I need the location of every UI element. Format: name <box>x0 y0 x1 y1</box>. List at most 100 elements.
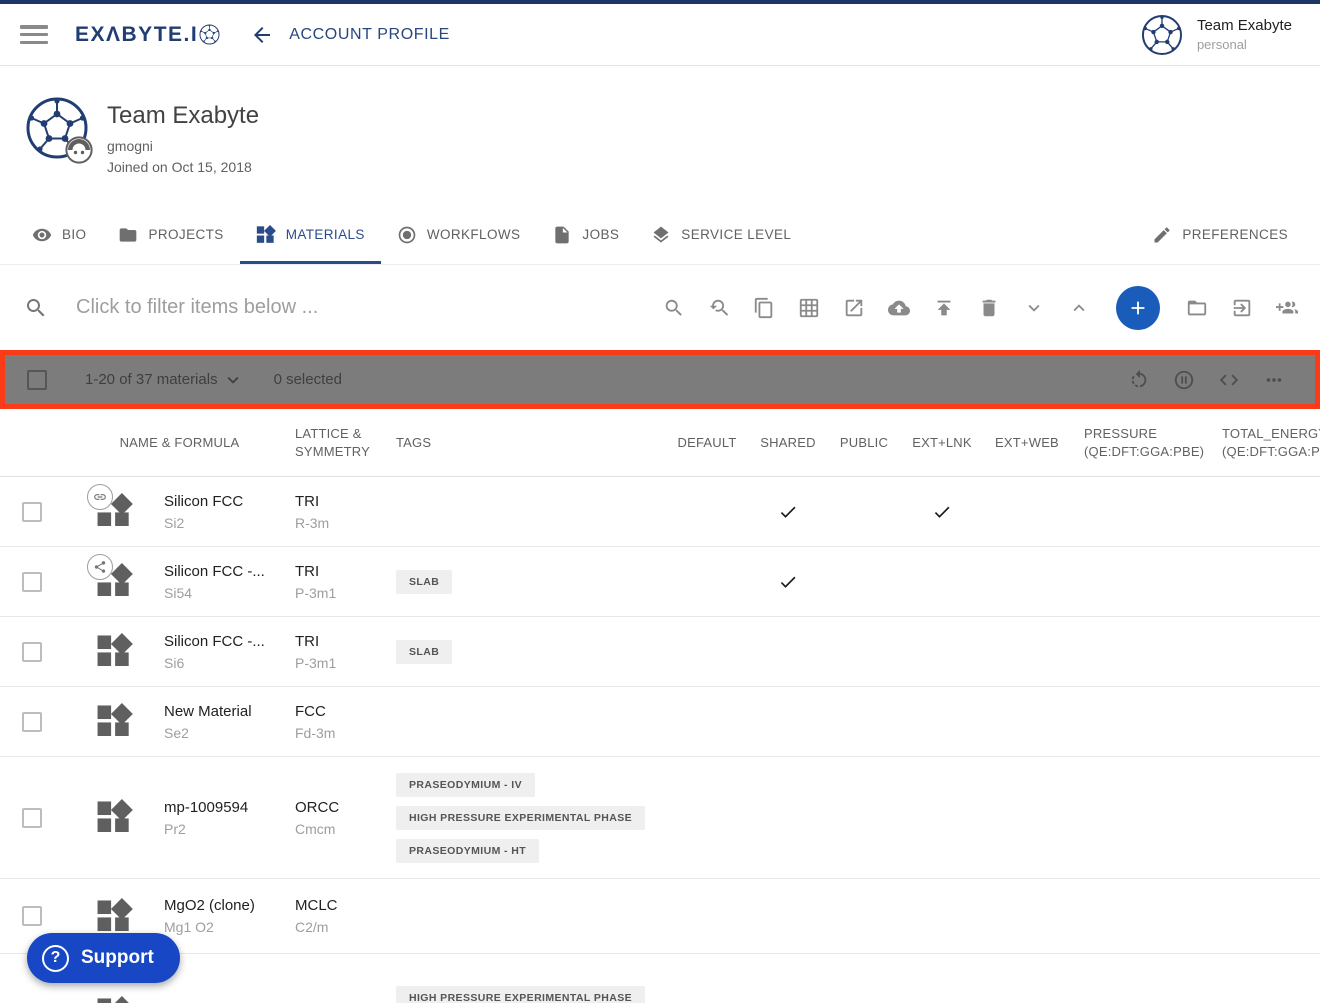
restore-icon[interactable] <box>1128 369 1150 391</box>
folder-filled-icon <box>118 225 138 245</box>
material-icon <box>96 633 133 670</box>
lattice-type: TRI <box>295 563 396 580</box>
menu-icon[interactable] <box>20 25 48 44</box>
selected-count-label: 0 selected <box>274 371 342 388</box>
lattice-type: FCC <box>295 703 396 720</box>
extlnk-check-icon <box>932 502 952 522</box>
help-icon: ? <box>42 945 69 972</box>
file-icon <box>552 225 572 245</box>
column-header-total_energy[interactable]: TOTAL_ENERGY(QE:DFT:GGA:PB <box>1222 425 1320 461</box>
brand-logo[interactable]: EXΛBYTE.I <box>75 23 220 47</box>
tag-chip: SLAB <box>396 640 452 664</box>
column-header-shared[interactable]: SHARED <box>746 434 830 452</box>
open-in-new-icon[interactable] <box>843 297 865 319</box>
material-name[interactable]: New Material <box>164 703 295 720</box>
tag-chip: HIGH PRESSURE EXPERIMENTAL PHASE <box>396 986 645 1003</box>
symmetry-group: C2/m <box>295 919 396 935</box>
column-header-default[interactable]: DEFAULT <box>668 434 746 452</box>
material-icon <box>96 898 133 935</box>
lattice-type: TRI <box>295 633 396 650</box>
material-icon <box>96 996 133 1003</box>
lattice-type: MCLC <box>295 897 396 914</box>
tab-service-level[interactable]: SERVICE LEVEL <box>635 208 807 264</box>
row-checkbox[interactable] <box>22 572 42 592</box>
material-name[interactable]: mp-1009594 <box>164 799 295 816</box>
tab-materials[interactable]: MATERIALS <box>240 208 381 264</box>
back-arrow-icon[interactable] <box>250 23 274 47</box>
profile-avatar <box>25 96 89 160</box>
table-row[interactable]: MgO2 (clone) Mg1 O2MCLC C2/m <box>0 879 1320 954</box>
upload-icon[interactable] <box>933 297 955 319</box>
account-type: personal <box>1197 37 1292 52</box>
shared-check-icon <box>778 502 798 522</box>
row-checkbox[interactable] <box>22 906 42 926</box>
column-header-pressure[interactable]: PRESSURE(QE:DFT:GGA:PBE) <box>1068 425 1222 461</box>
layers-icon <box>651 225 671 245</box>
column-header-public[interactable]: PUBLIC <box>830 434 898 452</box>
row-checkbox[interactable] <box>22 712 42 732</box>
column-header-extweb[interactable]: EXT+WEB <box>986 434 1068 452</box>
table-row[interactable]: Silicon FCC -... Si6TRI P-3m1SLAB <box>0 617 1320 687</box>
profile-username: gmogni <box>107 138 259 154</box>
table-row[interactable]: New MaterialSe2FCCFd-3m <box>0 687 1320 757</box>
row-checkbox[interactable] <box>22 642 42 662</box>
row-checkbox[interactable] <box>22 808 42 828</box>
tab-workflows[interactable]: WORKFLOWS <box>381 208 537 264</box>
material-name[interactable]: Silicon FCC <box>164 493 295 510</box>
material-formula: Si6 <box>164 655 295 671</box>
folder-icon[interactable] <box>1186 297 1208 319</box>
support-button[interactable]: ? Support <box>27 933 180 983</box>
select-all-checkbox[interactable] <box>27 370 47 390</box>
selection-bar-annotated: 1-20 of 37 materials 0 selected <box>0 350 1320 409</box>
column-header-tags[interactable]: TAGS <box>396 434 668 452</box>
add-material-fab[interactable] <box>1116 286 1160 330</box>
chevron-down-icon[interactable] <box>1023 297 1045 319</box>
tab-projects[interactable]: PROJECTS <box>102 208 239 264</box>
symmetry-group: P-3m1 <box>295 655 396 671</box>
account-avatar[interactable] <box>1141 14 1183 56</box>
row-checkbox[interactable] <box>22 502 42 522</box>
cloud-upload-icon[interactable] <box>888 297 910 319</box>
table-row[interactable]: HIGH PRESSURE EXPERIMENTAL PHASE <box>0 954 1320 1003</box>
grid-icon[interactable] <box>798 297 820 319</box>
exit-icon[interactable] <box>1231 297 1253 319</box>
selection-bar-actions <box>1128 369 1315 391</box>
column-header-extlnk[interactable]: EXT+LNK <box>898 434 986 452</box>
filter-bar <box>0 265 1320 350</box>
tab-bar: BIO PROJECTS MATERIALSWORKFLOWSJOBSSERVICE… <box>0 208 1320 265</box>
group-add-icon[interactable] <box>1276 297 1298 319</box>
eye-icon <box>32 225 52 245</box>
copy-icon[interactable] <box>753 297 775 319</box>
chevron-up-icon[interactable] <box>1068 297 1090 319</box>
tab-label: PROJECTS <box>148 227 223 242</box>
pause-circle-icon[interactable] <box>1173 369 1195 391</box>
material-name[interactable]: MgO2 (clone) <box>164 897 295 914</box>
table-row[interactable]: mp-1009594Pr2ORCCCmcmPRASEODYMIUM - IVHI… <box>0 757 1320 879</box>
tab-label: BIO <box>62 227 86 242</box>
chevron-down-icon[interactable] <box>222 369 244 391</box>
materials-table-body: Silicon FCCSi2TRIR-3m Silicon FCC -... Si5… <box>0 477 1320 1003</box>
material-formula: Mg1 O2 <box>164 919 295 935</box>
tab-jobs[interactable]: JOBS <box>536 208 635 264</box>
tab-preferences[interactable]: PREFERENCES <box>1136 208 1304 264</box>
tag-chip: HIGH PRESSURE EXPERIMENTAL PHASE <box>396 806 645 830</box>
account-switcher[interactable]: Team Exabyte personal <box>1141 14 1320 56</box>
column-header-lattice[interactable]: LATTICE &SYMMETRY <box>295 425 396 461</box>
material-formula: Si54 <box>164 585 295 601</box>
search-retry-icon[interactable] <box>708 297 730 319</box>
column-header-name[interactable]: NAME & FORMULA <box>64 434 295 452</box>
table-row[interactable]: Silicon FCC -...Si54TRIP-3m1SLAB <box>0 547 1320 617</box>
filter-input[interactable] <box>76 296 476 319</box>
pencil-icon <box>1152 225 1172 245</box>
tab-bio[interactable]: BIO <box>16 208 102 264</box>
page-title: ACCOUNT PROFILE <box>289 26 450 44</box>
material-icon <box>96 493 133 530</box>
search-icon[interactable] <box>663 297 685 319</box>
topbar: EXΛBYTE.I ACCOUNT PROFILE Team Exabyte p… <box>0 4 1320 66</box>
more-horiz-icon[interactable] <box>1263 369 1285 391</box>
material-name[interactable]: Silicon FCC -... <box>164 633 295 650</box>
delete-icon[interactable] <box>978 297 1000 319</box>
material-name[interactable]: Silicon FCC -... <box>164 563 295 580</box>
code-icon[interactable] <box>1218 369 1240 391</box>
table-row[interactable]: Silicon FCCSi2TRIR-3m <box>0 477 1320 547</box>
